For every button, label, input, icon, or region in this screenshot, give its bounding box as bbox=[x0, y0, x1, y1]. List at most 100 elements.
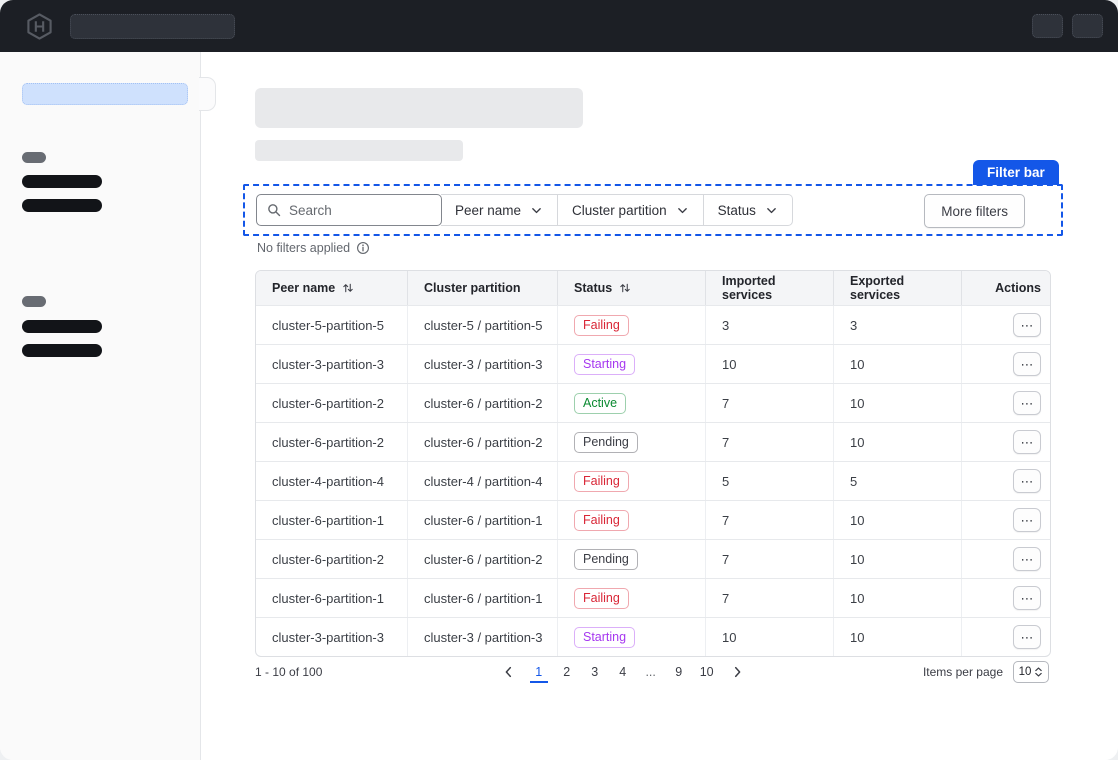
table-row: cluster-6-partition-1cluster-6 / partiti… bbox=[256, 578, 1050, 617]
filter-dropdown-status[interactable]: Status bbox=[704, 195, 792, 225]
column-header-label: Cluster partition bbox=[424, 281, 521, 295]
page-button-10[interactable]: 10 bbox=[698, 661, 716, 683]
cell-exported-services: 10 bbox=[833, 384, 961, 422]
column-header-imported-services: Imported services bbox=[705, 271, 833, 305]
filter-dropdown-label: Cluster partition bbox=[572, 203, 667, 218]
items-per-page-select[interactable]: 10 bbox=[1013, 661, 1049, 683]
sidebar-item-skeleton[interactable] bbox=[22, 199, 102, 212]
status-badge: Failing bbox=[574, 510, 629, 531]
filter-dropdown-peer-name[interactable]: Peer name bbox=[441, 195, 558, 225]
filter-dropdown-group: Peer name Cluster partition Status bbox=[441, 194, 793, 226]
sidebar-collapse-handle[interactable] bbox=[199, 77, 216, 111]
cell-actions: ⋯ bbox=[961, 345, 1050, 383]
filter-dropdown-label: Peer name bbox=[455, 203, 521, 218]
page-button-9[interactable]: 9 bbox=[670, 661, 688, 683]
page-button-3[interactable]: 3 bbox=[586, 661, 604, 683]
sidebar-item-skeleton[interactable] bbox=[22, 175, 102, 188]
topnav-help-skeleton[interactable] bbox=[1032, 14, 1063, 38]
filters-applied-status: No filters applied bbox=[257, 241, 370, 255]
row-actions-button[interactable]: ⋯ bbox=[1013, 352, 1041, 376]
row-actions-button[interactable]: ⋯ bbox=[1013, 430, 1041, 454]
more-filters-button[interactable]: More filters bbox=[924, 194, 1025, 228]
cell-peer-name: cluster-3-partition-3 bbox=[256, 345, 407, 383]
cell-exported-services: 3 bbox=[833, 306, 961, 344]
cell-peer-name: cluster-6-partition-1 bbox=[256, 579, 407, 617]
table-header-row: Peer name Cluster partition Status Imported… bbox=[256, 271, 1050, 305]
sidebar-section-label-skeleton bbox=[22, 296, 46, 307]
page-button-2[interactable]: 2 bbox=[558, 661, 576, 683]
row-actions-button[interactable]: ⋯ bbox=[1013, 313, 1041, 337]
hashicorp-logo-icon bbox=[26, 13, 53, 40]
sidebar-section-label-skeleton bbox=[22, 152, 46, 163]
sidebar-active-item-skeleton[interactable] bbox=[22, 83, 188, 105]
cell-imported-services: 3 bbox=[705, 306, 833, 344]
cell-imported-services: 10 bbox=[705, 345, 833, 383]
column-header-peer-name[interactable]: Peer name bbox=[256, 271, 407, 305]
cell-exported-services: 10 bbox=[833, 540, 961, 578]
row-actions-button[interactable]: ⋯ bbox=[1013, 469, 1041, 493]
sidebar-item-skeleton[interactable] bbox=[22, 344, 102, 357]
info-icon[interactable] bbox=[356, 241, 370, 255]
sidebar-item-skeleton[interactable] bbox=[22, 320, 102, 333]
table-row: cluster-6-partition-2cluster-6 / partiti… bbox=[256, 383, 1050, 422]
row-actions-button[interactable]: ⋯ bbox=[1013, 625, 1041, 649]
cell-exported-services: 10 bbox=[833, 501, 961, 539]
row-actions-button[interactable]: ⋯ bbox=[1013, 508, 1041, 532]
status-badge: Failing bbox=[574, 315, 629, 336]
cell-peer-name: cluster-3-partition-3 bbox=[256, 618, 407, 656]
app-window: Filter bar Search Peer nameCluster parti… bbox=[0, 0, 1118, 760]
column-header-actions: Actions bbox=[961, 271, 1050, 305]
table-row: cluster-3-partition-3cluster-3 / partiti… bbox=[256, 617, 1050, 656]
cell-actions: ⋯ bbox=[961, 306, 1050, 344]
cell-exported-services: 10 bbox=[833, 579, 961, 617]
peers-table: Peer name Cluster partition Status Imported… bbox=[255, 270, 1051, 657]
cell-status: Failing bbox=[557, 306, 705, 344]
cell-status: Failing bbox=[557, 579, 705, 617]
cell-actions: ⋯ bbox=[961, 540, 1050, 578]
page-button-1[interactable]: 1 bbox=[530, 661, 548, 683]
cell-status: Failing bbox=[557, 462, 705, 500]
cell-cluster-partition: cluster-4 / partition-4 bbox=[407, 462, 557, 500]
filter-dropdown-cluster-partition[interactable]: Cluster partition bbox=[558, 195, 704, 225]
table-row: cluster-4-partition-4cluster-4 / partiti… bbox=[256, 461, 1050, 500]
status-badge: Failing bbox=[574, 588, 629, 609]
status-badge: Failing bbox=[574, 471, 629, 492]
status-badge: Starting bbox=[574, 354, 635, 375]
row-actions-button[interactable]: ⋯ bbox=[1013, 391, 1041, 415]
table-row: cluster-6-partition-2cluster-6 / partiti… bbox=[256, 539, 1050, 578]
cell-peer-name: cluster-6-partition-2 bbox=[256, 384, 407, 422]
status-badge: Pending bbox=[574, 432, 638, 453]
chevron-down-icon bbox=[530, 204, 543, 217]
chevron-down-icon bbox=[765, 204, 778, 217]
column-header-status[interactable]: Status bbox=[557, 271, 705, 305]
chevron-down-icon bbox=[676, 204, 689, 217]
cell-actions: ⋯ bbox=[961, 618, 1050, 656]
filter-bar-annotation-outline: Search Peer nameCluster partitionStatus … bbox=[243, 184, 1063, 236]
prev-page-button[interactable] bbox=[497, 660, 521, 684]
cell-exported-services: 10 bbox=[833, 618, 961, 656]
chevron-right-icon bbox=[730, 665, 744, 679]
cell-actions: ⋯ bbox=[961, 501, 1050, 539]
next-page-button[interactable] bbox=[725, 660, 749, 684]
cell-status: Failing bbox=[557, 501, 705, 539]
cell-cluster-partition: cluster-6 / partition-2 bbox=[407, 384, 557, 422]
page-title-skeleton bbox=[255, 88, 583, 128]
table-row: cluster-6-partition-1cluster-6 / partiti… bbox=[256, 500, 1050, 539]
topnav-user-skeleton[interactable] bbox=[1072, 14, 1103, 38]
page-button-4[interactable]: 4 bbox=[614, 661, 632, 683]
row-actions-button[interactable]: ⋯ bbox=[1013, 547, 1041, 571]
status-badge: Starting bbox=[574, 627, 635, 648]
cell-status: Starting bbox=[557, 345, 705, 383]
column-header-label: Imported services bbox=[722, 274, 825, 302]
cell-cluster-partition: cluster-6 / partition-2 bbox=[407, 540, 557, 578]
row-actions-button[interactable]: ⋯ bbox=[1013, 586, 1041, 610]
page-ellipsis: ... bbox=[642, 661, 660, 683]
page-subtitle-skeleton bbox=[255, 140, 463, 161]
search-input[interactable]: Search bbox=[256, 194, 442, 226]
filter-dropdown-label: Status bbox=[718, 203, 756, 218]
items-per-page-control: Items per page 10 bbox=[923, 661, 1049, 683]
topnav-search-skeleton[interactable] bbox=[70, 14, 235, 39]
cell-actions: ⋯ bbox=[961, 579, 1050, 617]
table-row: cluster-6-partition-2cluster-6 / partiti… bbox=[256, 422, 1050, 461]
column-header-label: Status bbox=[574, 281, 612, 295]
